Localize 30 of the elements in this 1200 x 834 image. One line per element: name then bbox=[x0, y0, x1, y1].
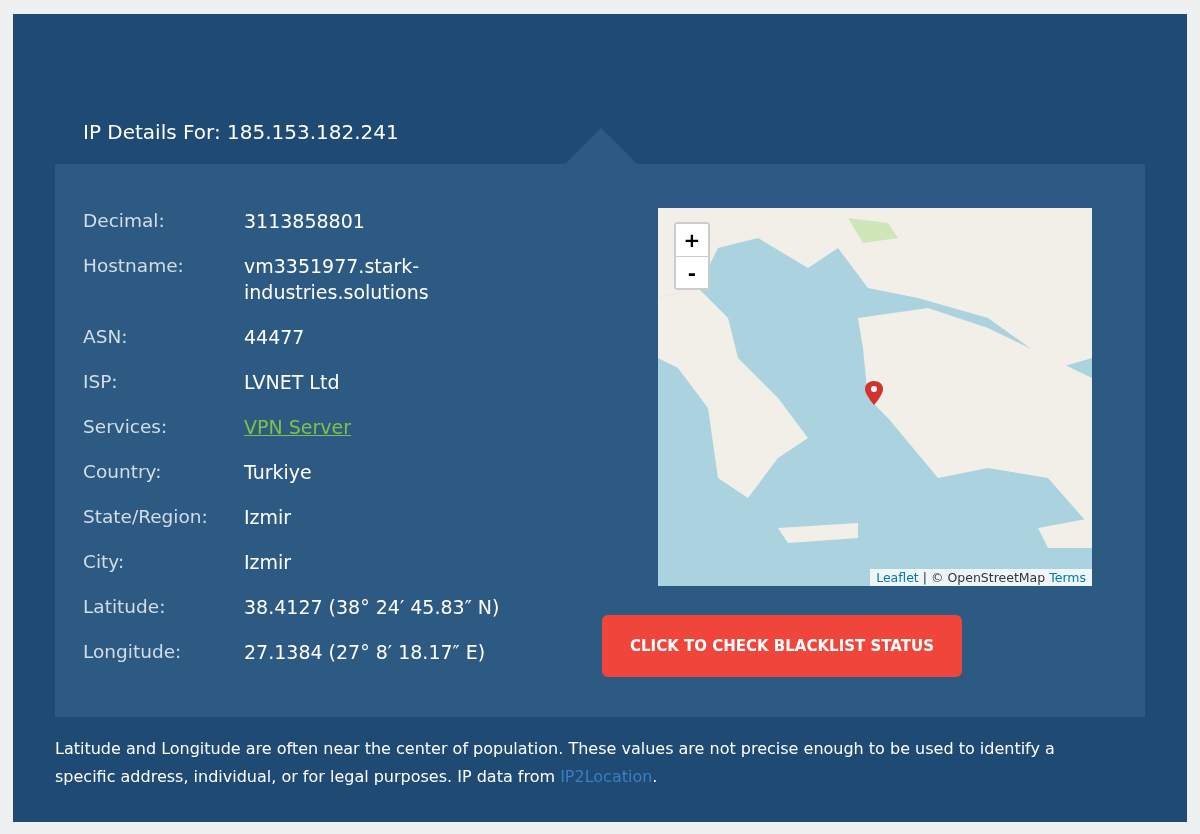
field-value: Izmir bbox=[244, 550, 292, 575]
field-label: Hostname: bbox=[83, 254, 184, 278]
field-label: Country: bbox=[83, 460, 162, 484]
leaflet-link[interactable]: Leaflet bbox=[876, 570, 919, 585]
field-value: 44477 bbox=[244, 325, 305, 350]
field-value: Izmir bbox=[244, 505, 292, 530]
field-value: vm3351977.stark-industries.solutions bbox=[244, 254, 430, 305]
disclaimer-text: Latitude and Longitude are often near the center of population. These values are not precise enough to be used to identify a specific address, individual, or for legal purposes. IP data from IP2Location. bbox=[55, 738, 1056, 788]
terms-link[interactable]: Terms bbox=[1049, 570, 1086, 585]
field-label: City: bbox=[83, 550, 125, 574]
field-value: 3113858801 bbox=[244, 209, 365, 234]
field-label: ISP: bbox=[83, 370, 118, 394]
attribution-separator: | bbox=[922, 570, 927, 585]
attribution-text: © OpenStreetMap bbox=[930, 570, 1046, 585]
zoom-out-button[interactable]: - bbox=[676, 256, 708, 288]
field-label: Decimal: bbox=[83, 209, 165, 233]
field-value: 38.4127 (38° 24′ 45.83″ N) bbox=[244, 595, 500, 620]
blacklist-check-button[interactable]: CLICK TO CHECK BLACKLIST STATUS bbox=[602, 615, 962, 677]
map-view[interactable]: + - Leaflet | © OpenStreetMap Terms bbox=[658, 208, 1092, 586]
field-value: 27.1384 (27° 8′ 18.17″ E) bbox=[244, 640, 486, 665]
field-label: Services: bbox=[83, 415, 168, 439]
field-value: Turkiye bbox=[244, 460, 312, 485]
field-label: ASN: bbox=[83, 325, 128, 349]
services-link[interactable]: VPN Server bbox=[244, 414, 351, 440]
page-heading: IP Details For: 185.153.182.241 bbox=[83, 120, 399, 144]
field-label: Latitude: bbox=[83, 595, 166, 619]
field-label: Longitude: bbox=[83, 640, 182, 664]
map-pin-icon[interactable] bbox=[864, 380, 884, 406]
field-label: State/Region: bbox=[83, 505, 208, 529]
field-value: LVNET Ltd bbox=[244, 370, 340, 395]
